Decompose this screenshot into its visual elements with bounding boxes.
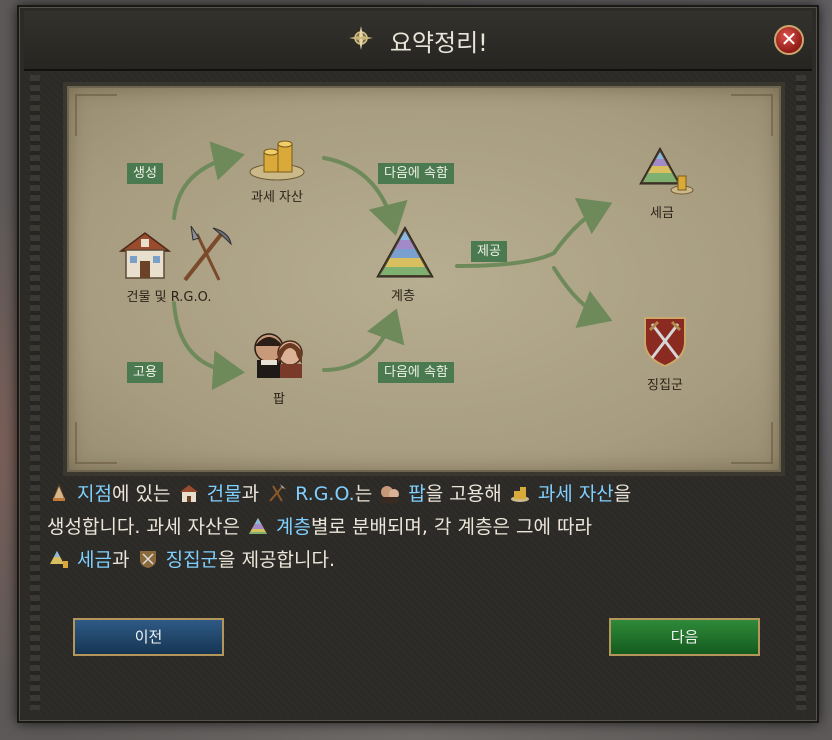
- compass-icon: [348, 25, 374, 57]
- tag-belongs-top: 다음에 속함: [378, 163, 454, 184]
- link-strata[interactable]: 계층: [276, 516, 311, 538]
- link-taxable-wealth[interactable]: 과세 자산: [538, 483, 614, 505]
- node-pops-label: 팝: [273, 392, 285, 407]
- building-icon: [117, 225, 173, 285]
- link-levies[interactable]: 징집군: [166, 549, 218, 571]
- levies-shield-icon: [642, 314, 688, 372]
- node-taxes-label: 세금: [650, 206, 674, 221]
- right-ornament: [796, 75, 806, 710]
- node-strata-label: 계층: [391, 289, 415, 304]
- link-buildings[interactable]: 건물: [207, 483, 242, 505]
- pops-portrait-icon: [252, 326, 306, 384]
- tag-provide: 제공: [471, 241, 507, 262]
- pickaxe-icon: [179, 224, 233, 288]
- taxes-icon: [638, 146, 694, 200]
- location-icon: [49, 481, 69, 501]
- node-taxable-wealth-label: 과세 자산: [251, 190, 303, 205]
- previous-button[interactable]: 이전: [73, 618, 224, 656]
- taxes-small-icon: [49, 547, 69, 568]
- tag-belongs-bottom: 다음에 속함: [378, 362, 454, 383]
- link-location[interactable]: 지점: [77, 483, 112, 505]
- strata-small-icon: [248, 514, 268, 534]
- strata-pyramid-icon: [375, 225, 435, 283]
- dialog-title: 요약정리!: [389, 29, 488, 57]
- rgo-pickaxe-icon: [267, 481, 287, 502]
- summary-description: 지점에 있는 건물과 R.G.O.는 팝을 고용해 과세 자산을 생성합니다. …: [47, 481, 632, 571]
- pops-small-icon: [380, 481, 400, 503]
- building-small-icon: [179, 481, 199, 502]
- node-buildings-label: 건물 및 R.G.O.: [126, 290, 212, 305]
- levies-small-icon: [138, 547, 158, 568]
- link-rgo[interactable]: R.G.O.: [295, 483, 355, 505]
- link-pops[interactable]: 팝: [408, 483, 425, 505]
- node-levies-label: 징집군: [647, 378, 683, 393]
- close-icon: ✕: [780, 27, 798, 51]
- tag-generate: 생성: [127, 163, 163, 184]
- wealth-small-icon: [510, 481, 530, 502]
- economy-diagram: 생성 고용 다음에 속함 다음에 속함 제공 건물 및 R.G.O. 과세 자산…: [67, 86, 781, 472]
- link-taxes[interactable]: 세금: [77, 549, 112, 571]
- summary-dialog: 요약정리! ✕ 생성 고용 다음에 속함 다음에 속함 제공 건물 및 R.G.…: [17, 5, 819, 723]
- left-ornament: [30, 75, 40, 710]
- next-button[interactable]: 다음: [609, 618, 760, 656]
- tag-employ: 고용: [127, 362, 163, 383]
- close-button[interactable]: ✕: [774, 25, 804, 55]
- title-bar: 요약정리! ✕: [24, 11, 812, 71]
- coins-icon: [248, 132, 306, 186]
